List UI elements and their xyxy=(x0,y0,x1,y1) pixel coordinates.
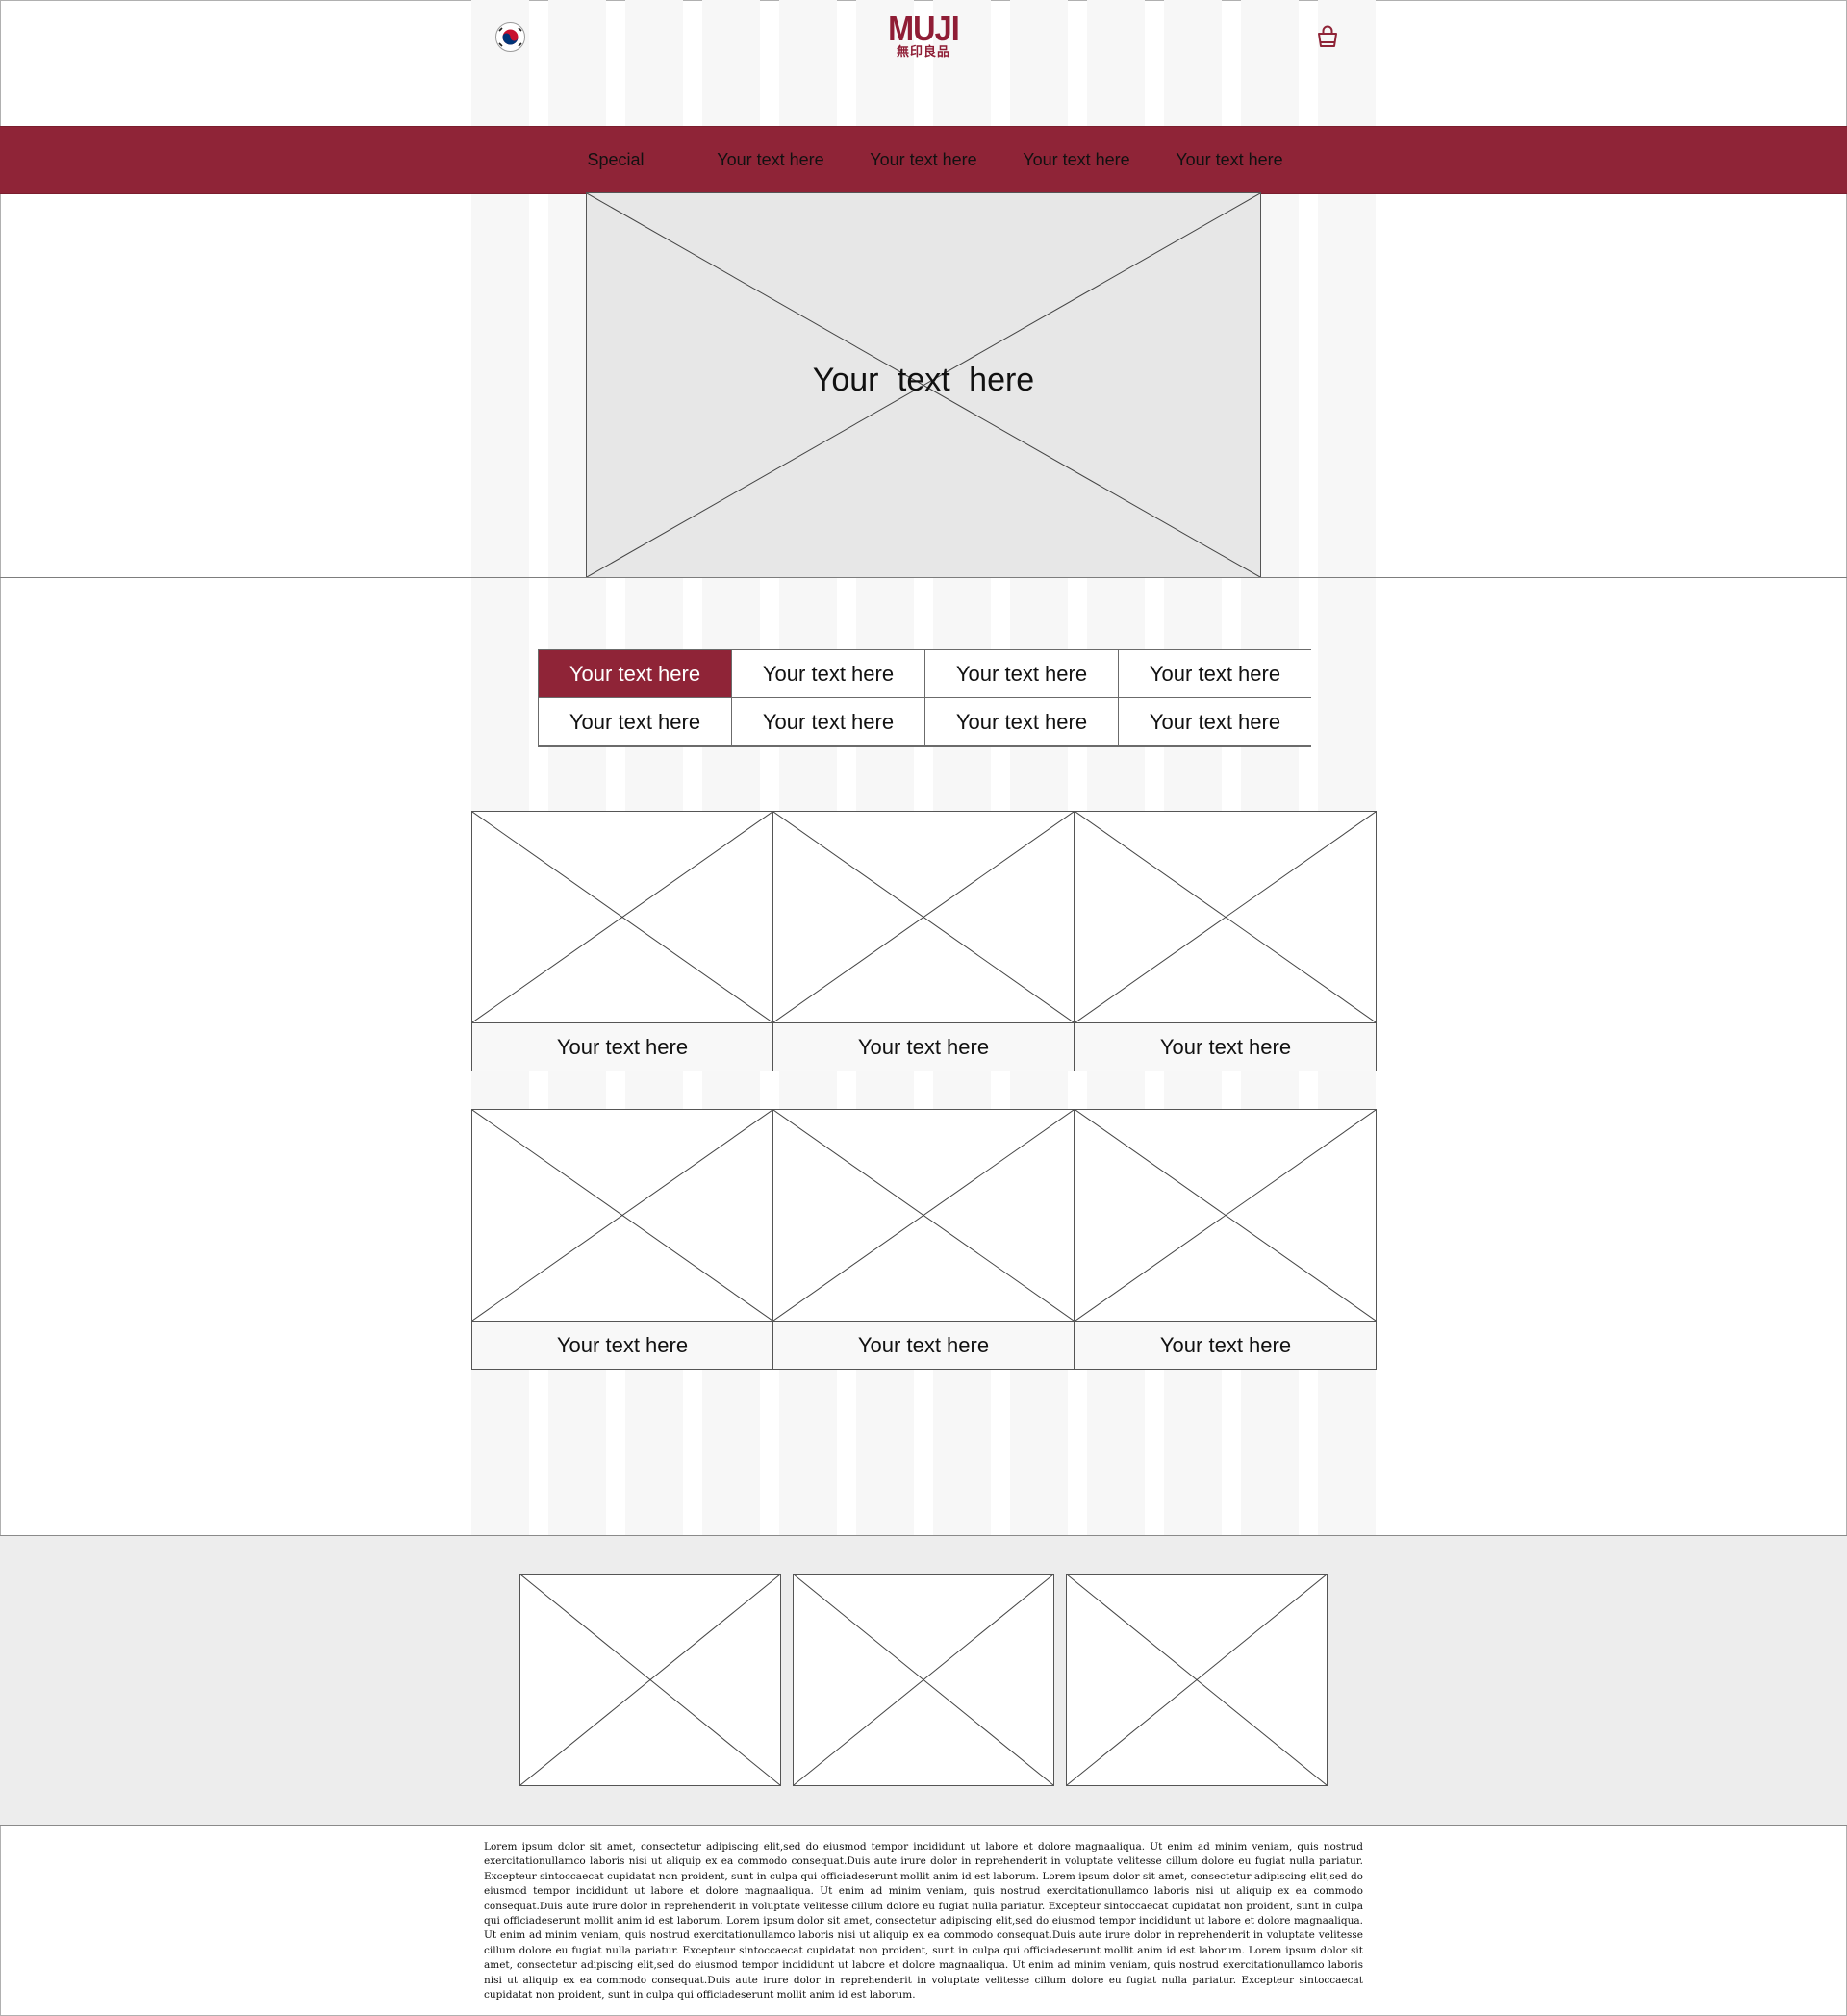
hero-text: Your text here xyxy=(812,362,1035,398)
nav-item[interactable]: Your text here xyxy=(866,127,981,193)
nav-item-special[interactable]: Special xyxy=(568,127,664,193)
korea-flag-icon[interactable] xyxy=(495,22,525,52)
nav-item[interactable]: Your text here xyxy=(1019,127,1134,193)
logo-text: MUJI xyxy=(888,9,960,48)
main-nav: Special Your text here Your text here Yo… xyxy=(0,126,1847,194)
product-image xyxy=(773,1110,1074,1322)
product-caption: Your text here xyxy=(773,1322,1074,1369)
product-caption: Your text here xyxy=(1075,1023,1376,1071)
promo-image[interactable] xyxy=(793,1574,1054,1786)
promo-image[interactable] xyxy=(1066,1574,1328,1786)
tab-item[interactable]: Your text here xyxy=(732,698,924,745)
product-caption: Your text here xyxy=(773,1023,1074,1071)
product-card[interactable]: Your text here xyxy=(471,811,773,1071)
divider xyxy=(0,577,1847,578)
product-image xyxy=(472,1110,772,1322)
product-image xyxy=(1075,812,1376,1023)
product-caption: Your text here xyxy=(1075,1322,1376,1369)
product-image xyxy=(1075,1110,1376,1322)
promo-strip xyxy=(0,1535,1847,1826)
tab-item[interactable]: Your text here xyxy=(1119,698,1311,745)
tab-item[interactable]: Your text here xyxy=(1119,650,1311,697)
nav-item[interactable]: Your text here xyxy=(713,127,828,193)
product-image xyxy=(773,812,1074,1023)
nav-item[interactable]: Your text here xyxy=(1172,127,1287,193)
tab-item[interactable]: Your text here xyxy=(539,698,731,745)
promo-image[interactable] xyxy=(519,1574,781,1786)
product-caption: Your text here xyxy=(472,1023,772,1071)
tab-item[interactable]: Your text here xyxy=(732,650,924,697)
footer-text: Lorem ipsum dolor sit amet, consectetur … xyxy=(484,1841,1363,2002)
tab-item[interactable]: Your text here xyxy=(925,650,1118,697)
muji-logo[interactable]: MUJI 無印良品 xyxy=(875,9,972,61)
product-card[interactable]: Your text here xyxy=(471,1109,773,1370)
product-card[interactable]: Your text here xyxy=(1075,1109,1377,1370)
hero-banner[interactable]: Your text here xyxy=(586,192,1261,578)
product-image xyxy=(472,812,772,1023)
product-card[interactable]: Your text here xyxy=(772,811,1075,1071)
tab-item-active[interactable]: Your text here xyxy=(539,650,731,697)
tab-item[interactable]: Your text here xyxy=(925,698,1118,745)
shopping-bag-icon[interactable] xyxy=(1314,23,1341,50)
category-tabs: Your text here Your text here Your text … xyxy=(538,649,1311,747)
product-caption: Your text here xyxy=(472,1322,772,1369)
product-card[interactable]: Your text here xyxy=(1075,811,1377,1071)
product-card[interactable]: Your text here xyxy=(772,1109,1075,1370)
